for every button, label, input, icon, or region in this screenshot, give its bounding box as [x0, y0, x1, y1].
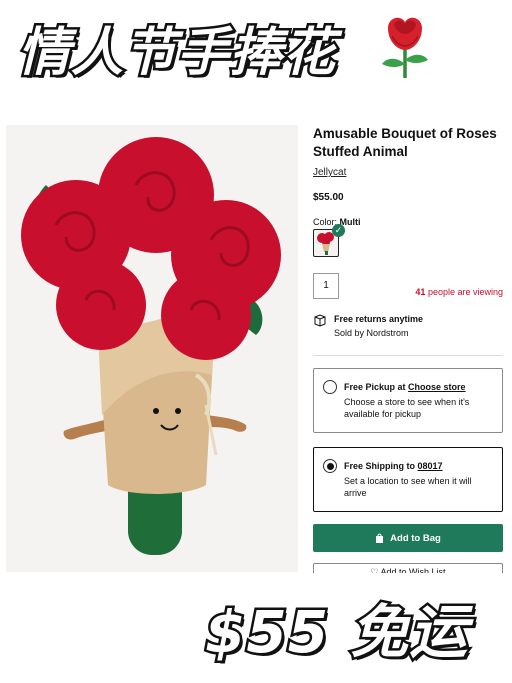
zip-code-link[interactable]: 08017 [418, 461, 443, 471]
brand-link[interactable]: Jellycat [313, 167, 503, 178]
divider [313, 355, 503, 356]
shopping-bag-icon [376, 533, 384, 543]
pickup-title: Free Pickup at Choose store [344, 382, 466, 392]
return-box-icon [314, 314, 326, 327]
banner-title: 情人节手捧花 [15, 21, 337, 86]
shipping-title-text: Free Shipping to [344, 461, 415, 471]
shipping-description: Set a location to see when it will arriv… [344, 476, 472, 498]
sold-by: Sold by Nordstrom [334, 328, 409, 338]
viewing-indicator: 41 people are viewing [415, 287, 503, 297]
promo-text: $55 免运 [202, 596, 469, 669]
viewing-count: 41 [415, 287, 426, 297]
shipping-title: Free Shipping to 08017 [344, 461, 443, 471]
rose-icon [382, 17, 428, 78]
banner: 情人节手捧花 [10, 6, 430, 86]
add-to-bag-button[interactable]: Add to Bag [313, 524, 503, 552]
shipping-radio[interactable] [323, 459, 337, 473]
product-info: Amusable Bouquet of Roses Stuffed Animal… [313, 125, 503, 578]
checkmark-icon: ✓ [332, 224, 345, 237]
product-title: Amusable Bouquet of Roses Stuffed Animal [313, 126, 497, 159]
pickup-title-text: Free Pickup at [344, 382, 406, 392]
choose-store-link[interactable]: Choose store [408, 382, 466, 392]
pickup-radio[interactable] [323, 380, 337, 394]
returns-title: Free returns anytime [334, 314, 424, 324]
rose-bouquet-image [6, 125, 298, 572]
quantity-select[interactable]: 1 [313, 273, 339, 299]
pickup-option[interactable]: Free Pickup at Choose store Choose a sto… [313, 368, 503, 433]
add-to-bag-content: Add to Bag [313, 524, 503, 552]
add-to-bag-label: Add to Bag [390, 532, 441, 544]
viewing-text: people are viewing [427, 287, 503, 297]
pickup-description: Choose a store to see when it's availabl… [344, 397, 470, 419]
shipping-option[interactable]: Free Shipping to 08017 Set a location to… [313, 447, 503, 512]
price: $55.00 [313, 192, 344, 203]
product-image[interactable] [6, 125, 298, 572]
